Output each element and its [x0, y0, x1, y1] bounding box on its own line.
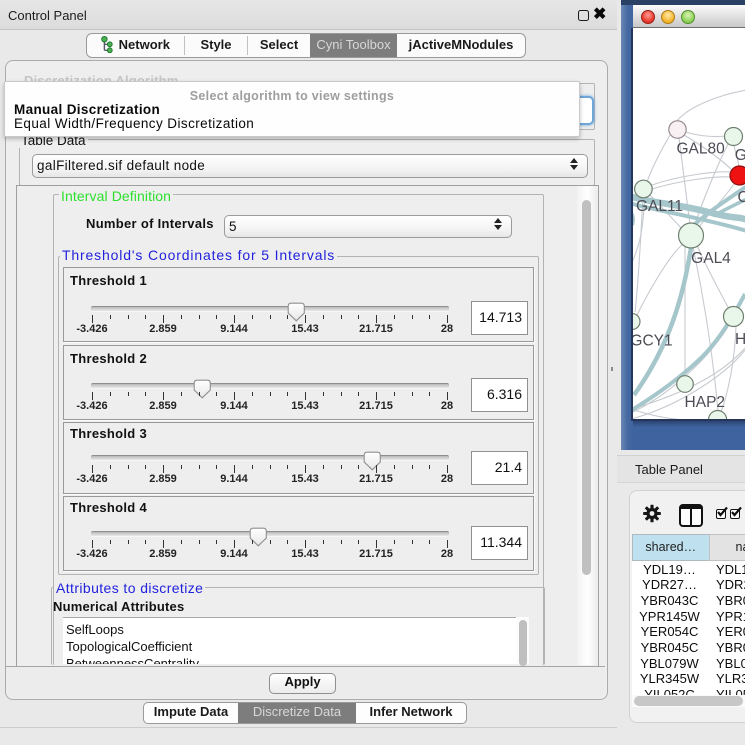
svg-text:GAL80: GAL80: [676, 141, 725, 158]
svg-text:HI: HI: [735, 331, 745, 348]
svg-text:GAL4: GAL4: [691, 250, 731, 267]
svg-text:HAP2: HAP2: [685, 394, 726, 411]
svg-text:CD: CD: [738, 189, 745, 206]
svg-text:GAL11: GAL11: [636, 198, 683, 215]
svg-text:GCY1: GCY1: [633, 333, 673, 350]
svg-text:GAL: GAL: [735, 147, 745, 164]
